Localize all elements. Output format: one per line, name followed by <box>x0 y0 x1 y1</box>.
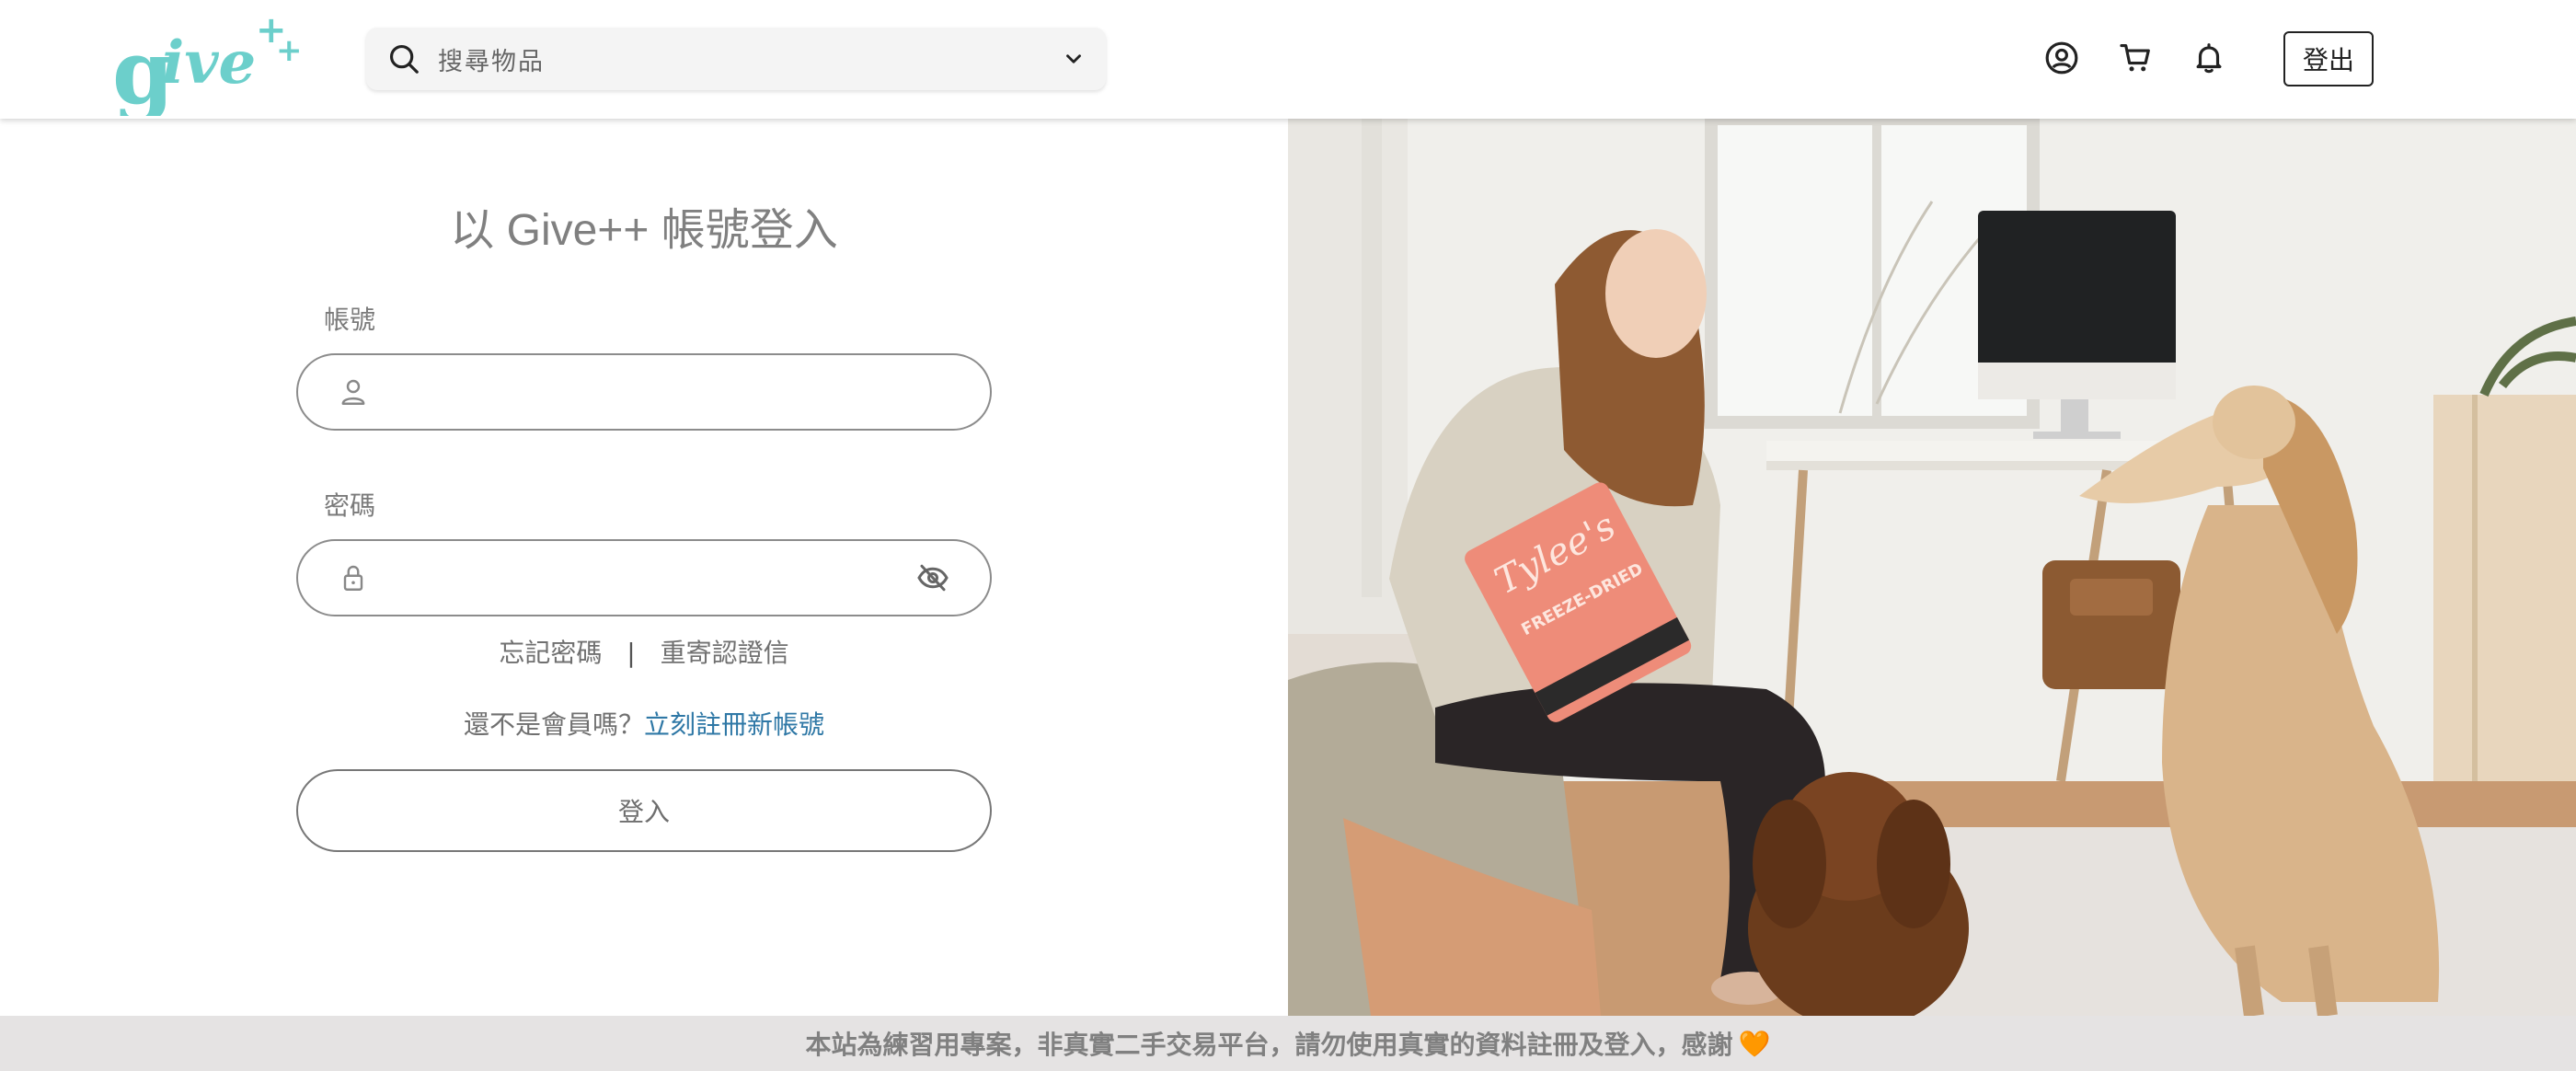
link-separator: | <box>627 638 636 668</box>
account-help-links: 忘記密碼 | 重寄認證信 <box>296 633 992 670</box>
practice-project-notice: 本站為練習用專案，非真實二手交易平台，請勿使用真實的資料註冊及登入，感謝 🧡 <box>0 1016 2576 1071</box>
password-field[interactable] <box>296 539 992 616</box>
not-member-text: 還不是會員嗎？ <box>463 709 644 740</box>
resend-verification-link[interactable]: 重寄認證信 <box>661 633 789 670</box>
bell-icon[interactable] <box>2191 40 2226 75</box>
forgot-password-link[interactable]: 忘記密碼 <box>499 633 602 670</box>
register-prompt: 還不是會員嗎？立刻註冊新帳號 <box>296 705 992 742</box>
login-title: 以 Give++ 帳號登入 <box>450 206 838 255</box>
top-navbar: g ive + + 搜尋物品 登出 <box>0 0 2576 119</box>
password-input[interactable] <box>390 550 909 607</box>
register-link[interactable]: 立刻註冊新帳號 <box>644 709 824 740</box>
cart-icon[interactable] <box>2118 40 2153 75</box>
svg-text:ive: ive <box>162 29 256 98</box>
eye-off-icon[interactable] <box>916 561 949 594</box>
hero-photo: Tylee's FREEZE-DRIED <box>1288 119 2576 1016</box>
lock-icon <box>343 565 363 591</box>
notice-text: 本站為練習用專案，非真實二手交易平台，請勿使用真實的資料註冊及登入，感謝 <box>805 1030 1733 1060</box>
account-label: 帳號 <box>324 305 376 335</box>
account-field[interactable] <box>296 353 992 431</box>
user-icon <box>341 379 365 405</box>
login-button[interactable]: 登入 <box>296 769 992 852</box>
search-icon <box>389 44 419 74</box>
password-label: 密碼 <box>324 490 376 521</box>
chevron-down-icon[interactable] <box>1062 47 1086 71</box>
logout-button[interactable]: 登出 <box>2283 31 2374 86</box>
give-logo[interactable]: g ive + + <box>109 7 306 116</box>
search-input[interactable]: 搜尋物品 <box>438 41 1062 77</box>
search-bar[interactable]: 搜尋物品 <box>366 28 1106 90</box>
account-input[interactable] <box>390 364 909 421</box>
heart-icon: 🧡 <box>1738 1028 1771 1059</box>
user-circle-icon[interactable] <box>2044 40 2079 75</box>
svg-text:+: + <box>276 32 303 69</box>
